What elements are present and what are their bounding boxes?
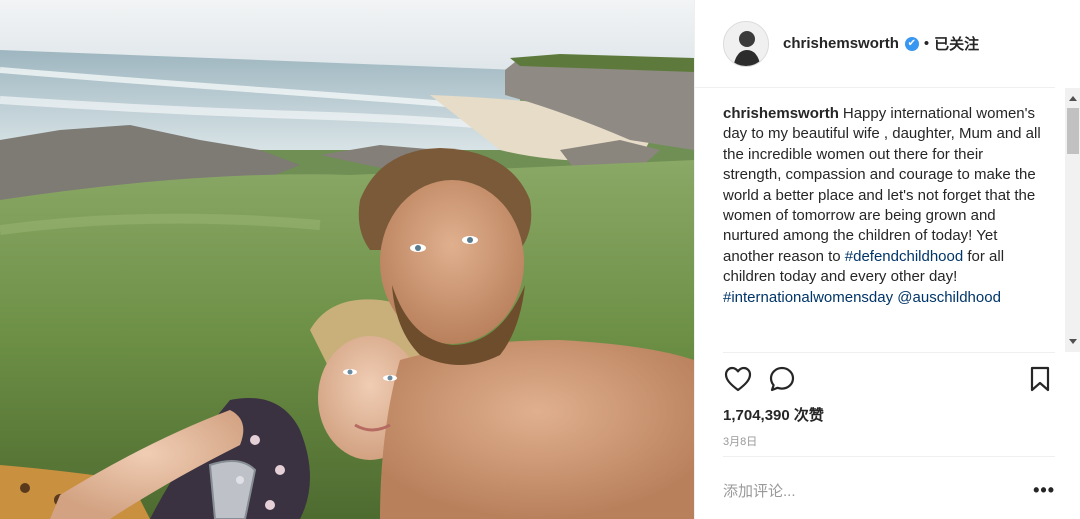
heart-icon [724, 366, 752, 392]
header-separator: • [923, 35, 930, 52]
scroll-up-arrow-icon[interactable] [1069, 96, 1077, 101]
add-comment-area: 添加评论... ••• [723, 476, 1055, 504]
post-header: chrishemsworth ✔ • 已关注 [695, 0, 1055, 88]
comment-input[interactable]: 添加评论... [723, 480, 796, 501]
header-username[interactable]: chrishemsworth [783, 35, 899, 52]
more-options-button[interactable]: ••• [1033, 481, 1055, 499]
scroll-thumb[interactable] [1067, 108, 1079, 154]
divider [723, 456, 1055, 457]
caption-scrollbar[interactable] [1065, 88, 1080, 352]
like-button[interactable] [723, 364, 753, 394]
likes-count[interactable]: 1,704,390 次赞 [723, 404, 824, 425]
divider [723, 352, 1055, 353]
caption-text-1: Happy international women's day to my be… [723, 105, 1041, 265]
post-date[interactable]: 3月8日 [723, 433, 757, 449]
avatar[interactable] [723, 20, 769, 67]
photo-image [0, 0, 694, 519]
post-actions [723, 364, 1055, 396]
avatar-image [724, 21, 768, 66]
post-caption: chrishemsworth Happy international women'… [723, 104, 1041, 350]
save-button[interactable] [1025, 364, 1055, 394]
mention-link[interactable]: @auschildhood [897, 289, 1001, 306]
post-side-panel: chrishemsworth ✔ • 已关注 chrishemsworth Hap… [694, 0, 1080, 519]
comment-button[interactable] [767, 364, 797, 394]
caption-username[interactable]: chrishemsworth [723, 105, 839, 122]
hashtag-link-1[interactable]: #defendchildhood [845, 248, 963, 265]
following-button[interactable]: 已关注 [934, 33, 979, 54]
hashtag-link-2[interactable]: #internationalwomensday [723, 289, 893, 306]
post-photo[interactable] [0, 0, 694, 519]
comment-icon [769, 366, 795, 392]
bookmark-icon [1030, 366, 1050, 392]
verified-icon: ✔ [904, 36, 919, 51]
scroll-down-arrow-icon[interactable] [1069, 339, 1077, 344]
